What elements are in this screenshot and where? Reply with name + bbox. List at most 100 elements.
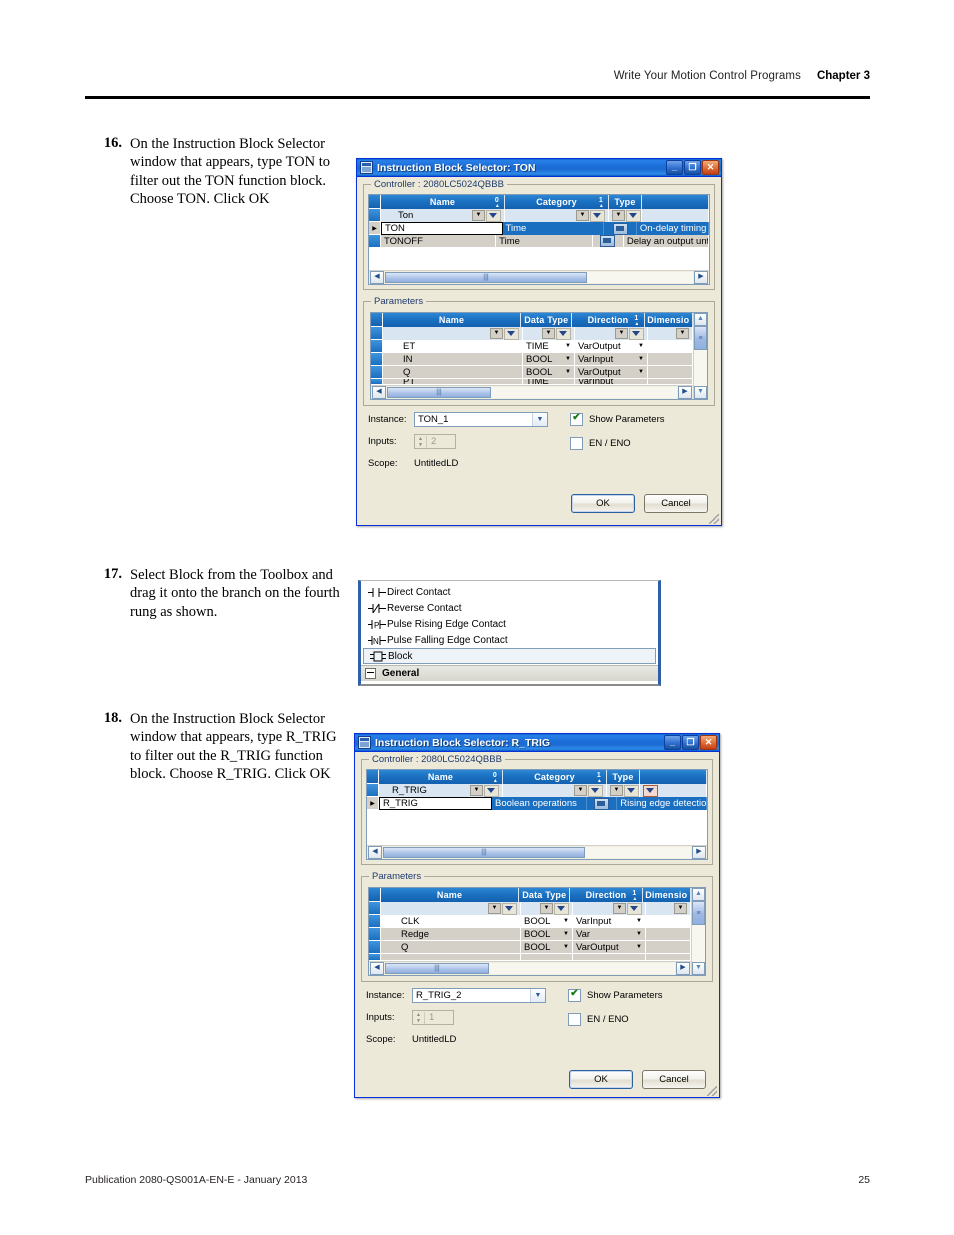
results-horizontal-scrollbar[interactable]: ◀ ||| ▶: [369, 270, 709, 284]
inputs-stepper[interactable]: ▲ ▼ 2: [414, 434, 456, 449]
scroll-up-button[interactable]: ▲: [694, 313, 707, 326]
scroll-left-button[interactable]: ◀: [370, 962, 384, 975]
close-button[interactable]: ✕: [700, 735, 717, 750]
filter-cell-dimension[interactable]: ▼: [648, 327, 693, 340]
chevron-down-icon[interactable]: ▼: [488, 903, 501, 914]
filter-cell-type[interactable]: ▼: [607, 784, 640, 797]
chevron-down-icon[interactable]: ▼: [565, 356, 571, 362]
show-parameters-checkbox-row[interactable]: Show Parameters: [570, 412, 665, 426]
table-row[interactable]: ET TIME ▼ VarOutput ▼: [371, 340, 693, 353]
scroll-right-button[interactable]: ▶: [678, 386, 692, 399]
toolbox-item-direct-contact[interactable]: Direct Contact: [361, 584, 658, 600]
table-row[interactable]: IN BOOL ▼ VarInput ▼: [371, 353, 693, 366]
chevron-down-icon[interactable]: ▼: [676, 328, 689, 339]
cell-param-name[interactable]: PT: [383, 379, 523, 385]
toolbox-item-pulse-falling-edge-contact[interactable]: N Pulse Falling Edge Contact: [361, 632, 658, 648]
en-eno-checkbox-row[interactable]: EN / ENO: [568, 1013, 663, 1026]
cell-param-name[interactable]: CLK: [381, 915, 521, 928]
chevron-down-icon[interactable]: ▼: [565, 343, 571, 349]
rtrig-window-controls[interactable]: _ ❐ ✕: [664, 735, 717, 750]
en-eno-checkbox-row[interactable]: EN / ENO: [570, 437, 665, 450]
column-header-category[interactable]: Category 1: [503, 770, 607, 784]
scroll-track[interactable]: ≡: [694, 326, 707, 386]
ton-parameters-header-row[interactable]: Name Data Type Direction 1 ▲ Dimensio: [371, 313, 693, 327]
chevron-down-icon[interactable]: ▼: [565, 369, 571, 375]
stepper-down-icon[interactable]: ▼: [415, 442, 426, 448]
filter-icon[interactable]: [627, 902, 642, 915]
ok-button[interactable]: OK: [569, 1070, 633, 1089]
chevron-down-icon[interactable]: ▼: [638, 356, 644, 362]
collapse-icon[interactable]: [365, 668, 376, 679]
cell-dimension[interactable]: [646, 941, 691, 954]
chevron-down-icon[interactable]: ▼: [610, 785, 623, 796]
stepper-down-icon[interactable]: ▼: [413, 1018, 424, 1024]
filter-cell-dimension[interactable]: ▼: [646, 902, 691, 915]
column-header-data-type[interactable]: Data Type: [519, 888, 571, 902]
rtrig-parameters-grid[interactable]: Name Data Type Direction 1 ▲ Dimensio ▼ …: [368, 887, 706, 976]
inputs-stepper[interactable]: ▲ ▼ 1: [412, 1010, 454, 1025]
chevron-down-icon[interactable]: ▼: [615, 328, 628, 339]
chevron-down-icon[interactable]: ▼: [636, 918, 642, 924]
filter-icon[interactable]: [556, 327, 571, 340]
cell-direction[interactable]: VarInput: [575, 379, 648, 385]
scroll-left-button[interactable]: ◀: [372, 386, 386, 399]
cell-type[interactable]: [586, 797, 618, 810]
filter-icon[interactable]: [626, 209, 641, 222]
scroll-track[interactable]: |||: [383, 847, 691, 858]
toolbox-item-pulse-rising-edge-contact[interactable]: P Pulse Rising Edge Contact: [361, 616, 658, 632]
en-eno-checkbox[interactable]: [570, 437, 583, 450]
column-header-direction[interactable]: Direction 1: [572, 313, 645, 327]
filter-cell-name[interactable]: Ton ▼: [381, 209, 505, 222]
chevron-down-icon[interactable]: ▼: [470, 785, 483, 796]
cell-direction[interactable]: Var ▼: [573, 928, 646, 941]
cell-dimension[interactable]: [646, 928, 691, 941]
table-row[interactable]: Q BOOL ▼ VarOutput ▼: [371, 366, 693, 379]
chevron-down-icon[interactable]: ▼: [636, 931, 642, 937]
scroll-down-button[interactable]: ▼: [692, 962, 705, 975]
cell-data-type[interactable]: BOOL ▼: [521, 941, 573, 954]
stepper-buttons[interactable]: ▲ ▼: [415, 435, 427, 448]
resize-grip[interactable]: [707, 1086, 717, 1096]
chevron-down-icon[interactable]: ▼: [490, 328, 503, 339]
cell-direction[interactable]: VarOutput ▼: [575, 366, 648, 379]
cell-type[interactable]: [592, 235, 624, 248]
instance-combobox[interactable]: TON_1 ▼: [414, 412, 548, 427]
chevron-down-icon[interactable]: ▼: [563, 931, 569, 937]
scroll-track[interactable]: ≡: [692, 901, 705, 962]
filter-cell-description[interactable]: [640, 784, 707, 797]
scroll-right-button[interactable]: ▶: [692, 846, 706, 859]
close-button[interactable]: ✕: [702, 160, 719, 175]
cell-category[interactable]: Time: [502, 222, 605, 235]
filter-icon[interactable]: [486, 209, 501, 222]
scroll-down-button[interactable]: ▼: [694, 386, 707, 399]
cell-data-type[interactable]: BOOL ▼: [521, 928, 573, 941]
minimize-button[interactable]: _: [666, 160, 683, 175]
cell-direction[interactable]: VarInput ▼: [575, 353, 648, 366]
chevron-down-icon[interactable]: ▼: [638, 369, 644, 375]
chevron-down-icon[interactable]: ▼: [636, 944, 642, 950]
table-row[interactable]: R_TRIG Boolean operations Rising edge de…: [367, 797, 707, 810]
chevron-down-icon[interactable]: ▼: [563, 918, 569, 924]
filter-icon[interactable]: [588, 784, 603, 797]
filter-cell-direction[interactable]: ▼: [573, 902, 646, 915]
cell-dimension[interactable]: [648, 340, 693, 353]
cell-param-name[interactable]: IN: [383, 353, 523, 366]
scroll-thumb[interactable]: |||: [387, 387, 491, 398]
scroll-thumb[interactable]: ≡: [694, 326, 707, 350]
chevron-down-icon[interactable]: ▼: [563, 944, 569, 950]
maximize-button[interactable]: ❐: [684, 160, 701, 175]
cell-param-name[interactable]: Redge: [381, 928, 521, 941]
cell-name[interactable]: R_TRIG: [379, 797, 492, 810]
show-parameters-checkbox[interactable]: [568, 988, 581, 1002]
cell-data-type[interactable]: TIME ▼: [523, 340, 575, 353]
scroll-track[interactable]: |||: [387, 387, 677, 398]
toolbox-item-reverse-contact[interactable]: Reverse Contact: [361, 600, 658, 616]
rtrig-parameters-header-row[interactable]: Name Data Type Direction 1 ▲ Dimensio: [369, 888, 691, 902]
parameters-horizontal-scrollbar[interactable]: ◀ ||| ▶: [369, 961, 691, 975]
table-row[interactable]: Redge BOOL ▼ Var ▼: [369, 928, 691, 941]
filter-cell-param-name[interactable]: ▼: [383, 327, 523, 340]
cell-type[interactable]: [604, 222, 637, 235]
parameters-vertical-scrollbar[interactable]: ▲ ≡ ▼: [691, 888, 705, 975]
scroll-track[interactable]: |||: [385, 272, 693, 283]
results-horizontal-scrollbar[interactable]: ◀ ||| ▶: [367, 845, 707, 859]
